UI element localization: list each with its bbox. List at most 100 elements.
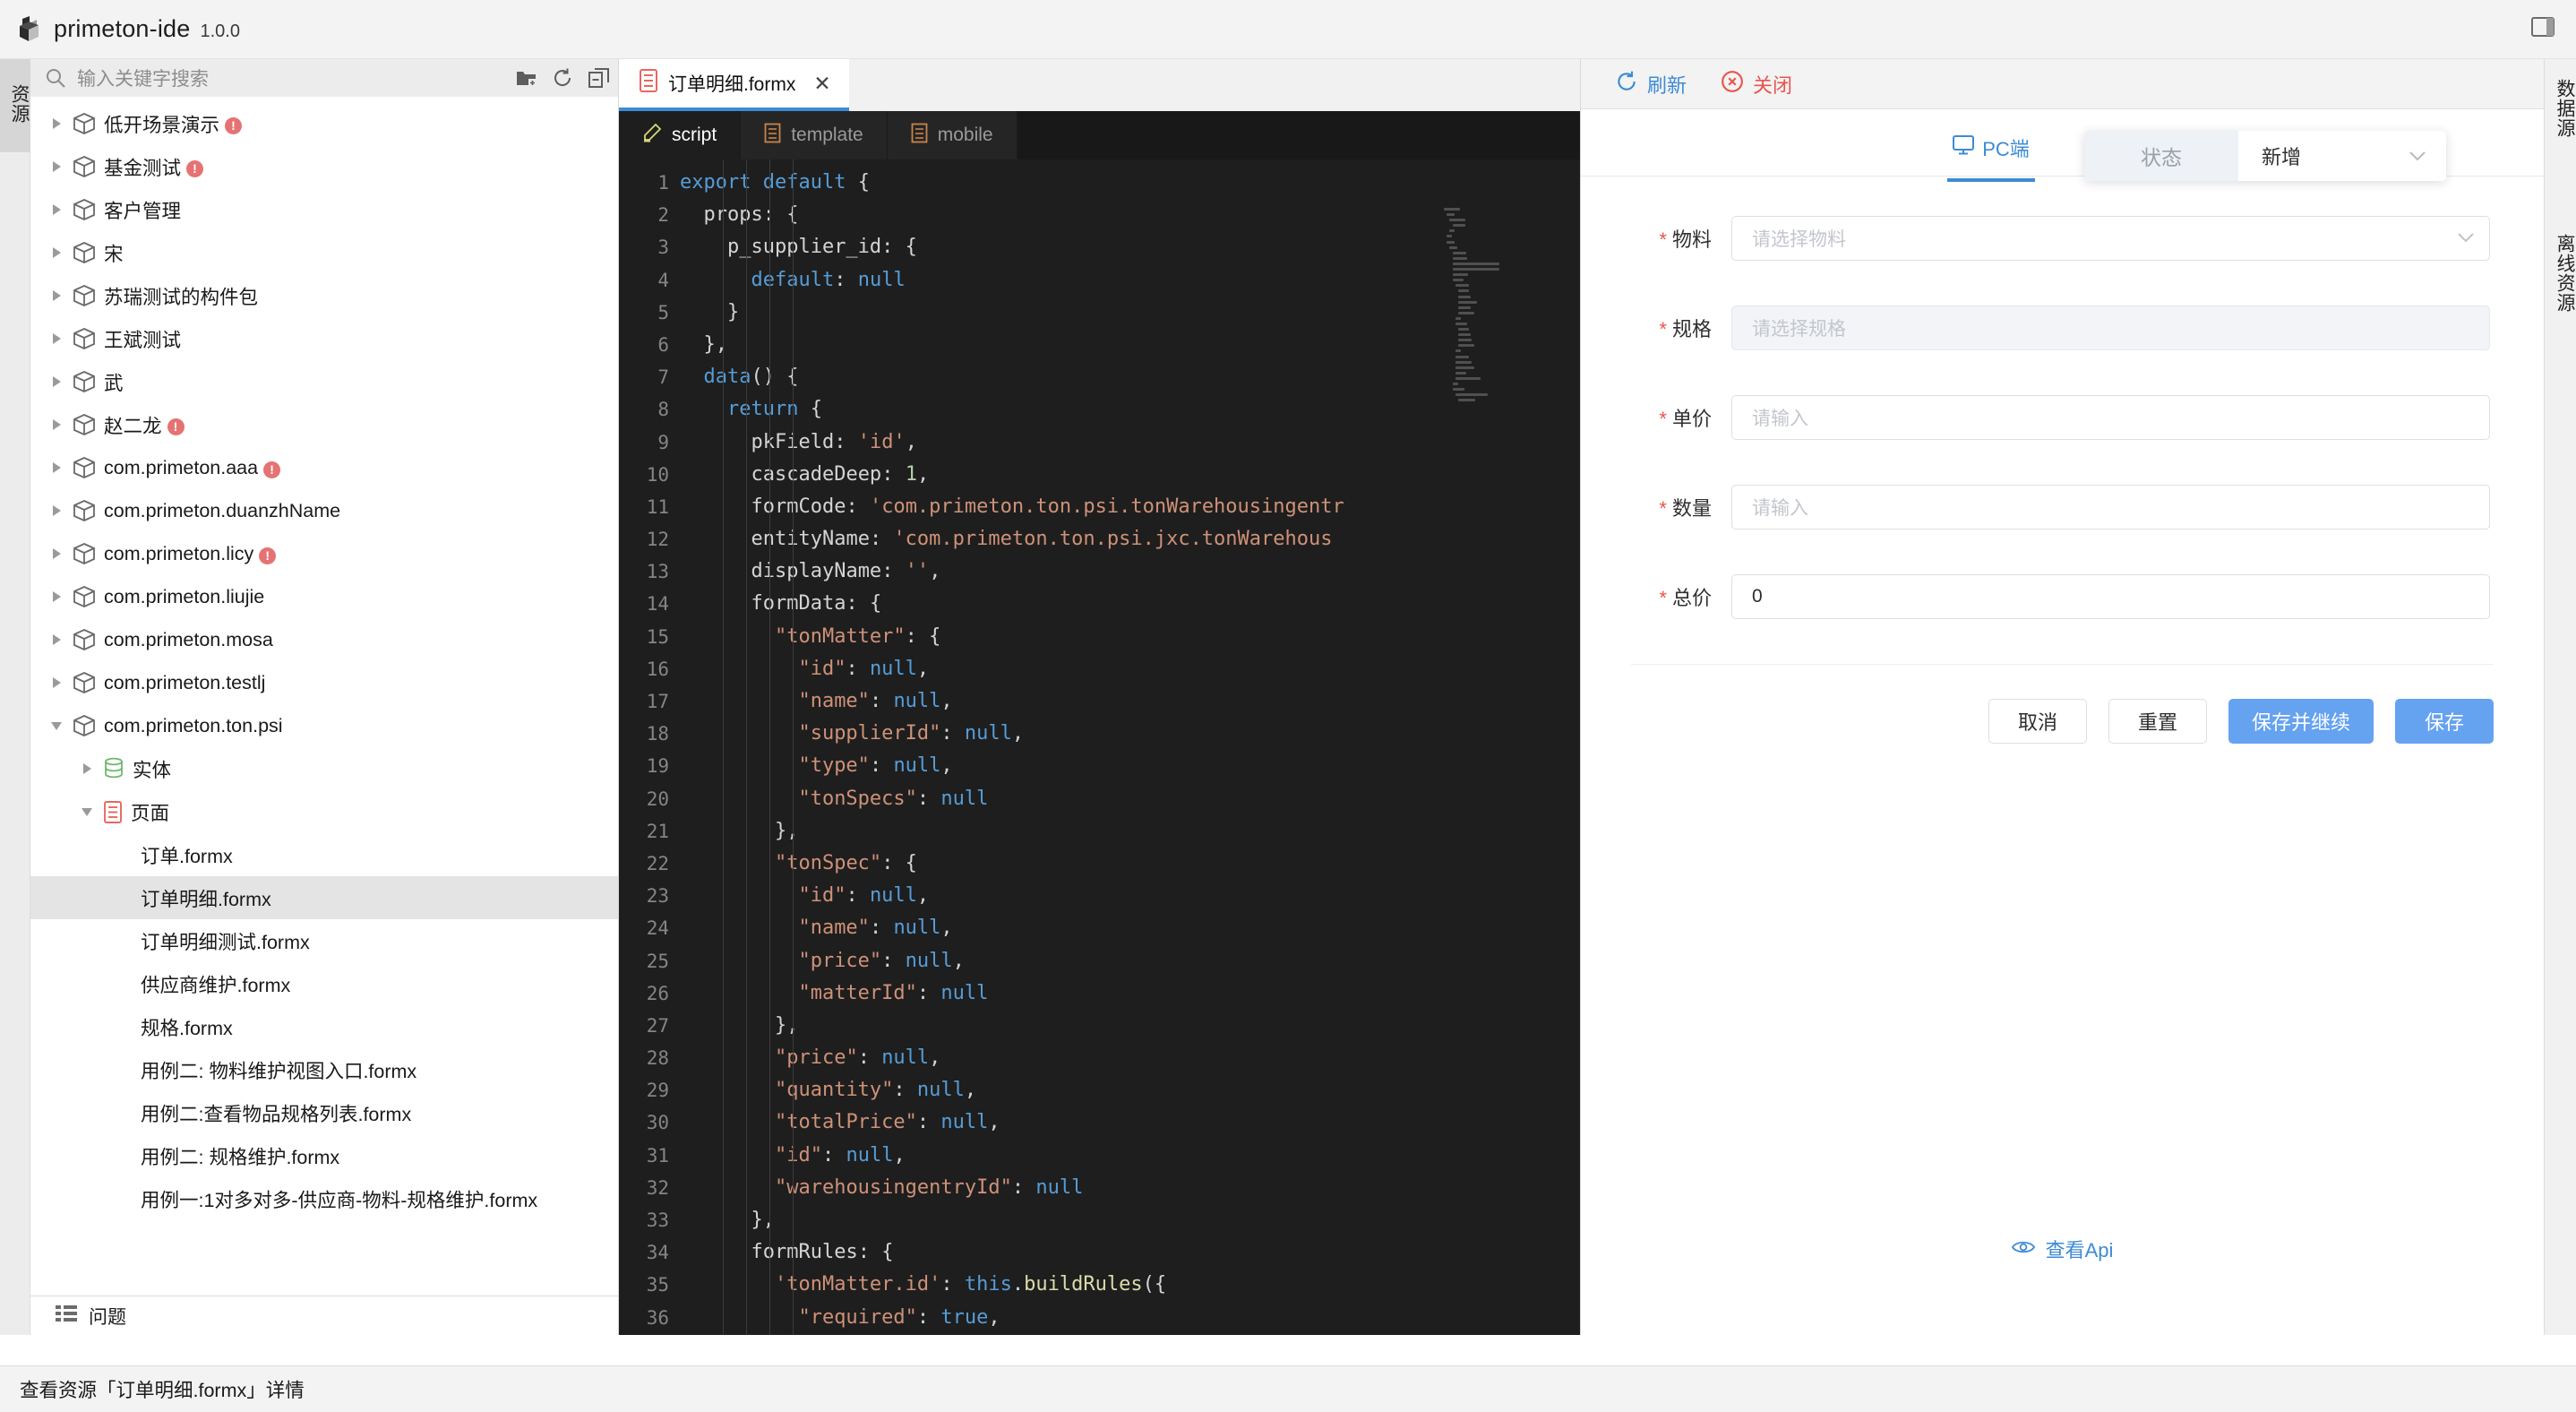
chevron-right-icon[interactable] — [47, 673, 66, 693]
tree-item-label: com.primeton.duanzhName — [104, 499, 341, 521]
rail-tab-offline-resources[interactable]: 离线资源 — [2545, 197, 2576, 349]
tree-item[interactable]: 苏瑞测试的构件包 — [30, 274, 618, 317]
chevron-right-icon[interactable] — [47, 544, 66, 564]
line-number: 1 — [657, 172, 669, 194]
form-input-数量[interactable]: 请输入 — [1731, 485, 2490, 530]
tree-item[interactable]: 订单明细.formx — [30, 876, 618, 919]
chevron-right-icon[interactable] — [47, 458, 66, 478]
layout-panel-icon[interactable] — [2531, 16, 2555, 42]
form-select-物料[interactable]: 请选择物料 — [1731, 216, 2490, 261]
required-asterisk: * — [1659, 497, 1667, 520]
warning-badge-icon: ! — [167, 418, 185, 435]
form-button-2[interactable]: 重置 — [2108, 699, 2207, 744]
code-body[interactable]: 1 2 3 4 5 6 7 8 9 10 11 12 13 14 15 16 17 18 19 20 21 22 23 24 2… — [619, 159, 1580, 1335]
tree-item[interactable]: 武 — [30, 360, 618, 403]
explorer-panel: 输入关键字搜索 低开场景演示 ! 基金测试 ! 客户管理 宋 苏瑞测试的构件包 … — [30, 59, 619, 1335]
tree-item[interactable]: 订单.formx — [30, 833, 618, 876]
tree-item[interactable]: 低开场景演示! — [30, 102, 618, 145]
tree-item[interactable]: com.primeton.liujie — [30, 575, 618, 618]
form-input-总价[interactable]: 0 — [1731, 574, 2490, 619]
subtab-mobile[interactable]: mobile — [887, 111, 1018, 159]
tree-item[interactable]: com.primeton.mosa — [30, 618, 618, 661]
rail-tab-datasource[interactable]: 数据源 — [2545, 70, 2576, 147]
code-line: "supplierId": null, — [798, 722, 1025, 745]
line-number: 23 — [646, 885, 669, 908]
tree-item[interactable]: 用例二: 规格维护.formx — [30, 1134, 618, 1177]
chevron-down-icon[interactable] — [77, 802, 97, 822]
package-icon — [73, 413, 96, 436]
chevron-right-icon[interactable] — [47, 286, 66, 306]
warning-badge-icon: ! — [225, 116, 243, 134]
required-asterisk: * — [1659, 228, 1667, 251]
tree-item[interactable]: 王斌测试 — [30, 317, 618, 360]
editor-tab-order-detail[interactable]: 订单明细.formx ✕ — [619, 59, 849, 111]
form-input-单价[interactable]: 请输入 — [1731, 395, 2490, 440]
code-line: entityName: 'com.primeton.ton.psi.jxc.to… — [751, 528, 1333, 551]
tree-item[interactable]: 用例一:1对多对多-供应商-物料-规格维护.formx — [30, 1177, 618, 1220]
chevron-right-icon[interactable] — [47, 587, 66, 607]
indent-guide — [723, 159, 724, 1335]
minimap-line — [1452, 279, 1464, 282]
status-popover[interactable]: 状态 新增 — [2084, 131, 2446, 181]
form-button-1[interactable]: 取消 — [1988, 699, 2087, 744]
form-button-4[interactable]: 保存 — [2395, 699, 2494, 744]
tree-item[interactable]: com.primeton.aaa! — [30, 446, 618, 489]
device-tabs: PC端 移动端 状态 新增 — [1581, 109, 2544, 182]
line-number: 25 — [646, 950, 669, 972]
chevron-right-icon[interactable] — [47, 157, 66, 176]
preview-close-button[interactable]: 关闭 — [1721, 70, 1792, 99]
tree-item[interactable]: com.primeton.testlj — [30, 661, 618, 704]
code-editor: script template mobile 1 2 3 4 5 6 7 8 9 10 11 12 13 14… — [619, 111, 1580, 1335]
minimap-line — [1452, 251, 1466, 254]
problems-bar[interactable]: 问题 — [30, 1296, 618, 1335]
tree-item[interactable]: com.primeton.licy! — [30, 532, 618, 575]
dot-icon — [127, 930, 141, 952]
tree-item[interactable]: com.primeton.ton.psi — [30, 704, 618, 747]
chevron-right-icon[interactable] — [77, 759, 97, 779]
tree-item[interactable]: 宋 — [30, 231, 618, 274]
chevron-right-icon[interactable] — [47, 372, 66, 392]
chevron-down-icon[interactable] — [47, 716, 66, 736]
refresh-icon[interactable] — [552, 67, 573, 89]
code-line: "id": null, — [774, 1143, 906, 1167]
tab-pc[interactable]: PC端 — [1947, 133, 2035, 182]
tree-item[interactable]: 用例二: 物料维护视图入口.formx — [30, 1048, 618, 1091]
tree-item-label: com.primeton.licy — [104, 542, 254, 564]
tree-item[interactable]: 供应商维护.formx — [30, 962, 618, 1005]
chevron-right-icon[interactable] — [47, 630, 66, 650]
editor-vertical-scrollbar[interactable] — [1564, 208, 1580, 1335]
view-api-link[interactable]: 查看Api — [1581, 1235, 2544, 1263]
chevron-right-icon[interactable] — [47, 501, 66, 521]
chevron-right-icon[interactable] — [47, 200, 66, 220]
new-folder-icon[interactable] — [516, 68, 537, 88]
form-button-3[interactable]: 保存并继续 — [2228, 699, 2374, 744]
collapse-all-icon[interactable] — [588, 67, 609, 89]
tree-item[interactable]: 实体 — [30, 747, 618, 790]
tree-item[interactable]: 页面 — [30, 790, 618, 833]
tree-item[interactable]: 订单明细测试.formx — [30, 919, 618, 962]
status-popover-value: 新增 — [2262, 146, 2302, 168]
tree-item[interactable]: 规格.formx — [30, 1005, 618, 1048]
tree-item[interactable]: 基金测试! — [30, 145, 618, 188]
tree-item[interactable]: com.primeton.duanzhName — [30, 489, 618, 532]
line-number: 11 — [646, 495, 669, 518]
subtab-template[interactable]: template — [741, 111, 888, 159]
chevron-right-icon[interactable] — [47, 415, 66, 435]
chevron-right-icon[interactable] — [47, 243, 66, 263]
tree-item[interactable]: 客户管理 — [30, 188, 618, 231]
preview-refresh-button[interactable]: 刷新 — [1615, 70, 1687, 99]
code-line: "id": null, — [798, 657, 930, 680]
close-icon[interactable]: ✕ — [813, 72, 830, 96]
chevron-right-icon[interactable] — [47, 329, 66, 349]
search-input[interactable]: 输入关键字搜索 — [77, 65, 516, 91]
status-popover-select[interactable]: 新增 — [2238, 131, 2446, 181]
subtab-script[interactable]: script — [619, 111, 742, 159]
minimap[interactable] — [1444, 208, 1508, 477]
tree-item[interactable]: 用例二:查看物品规格列表.formx — [30, 1091, 618, 1134]
rail-tab-resources[interactable]: 资源 — [0, 59, 30, 152]
tree-item[interactable]: 赵二龙! — [30, 403, 618, 446]
form-field-value: 请输入 — [1752, 498, 1808, 519]
chevron-right-icon[interactable] — [47, 114, 66, 133]
